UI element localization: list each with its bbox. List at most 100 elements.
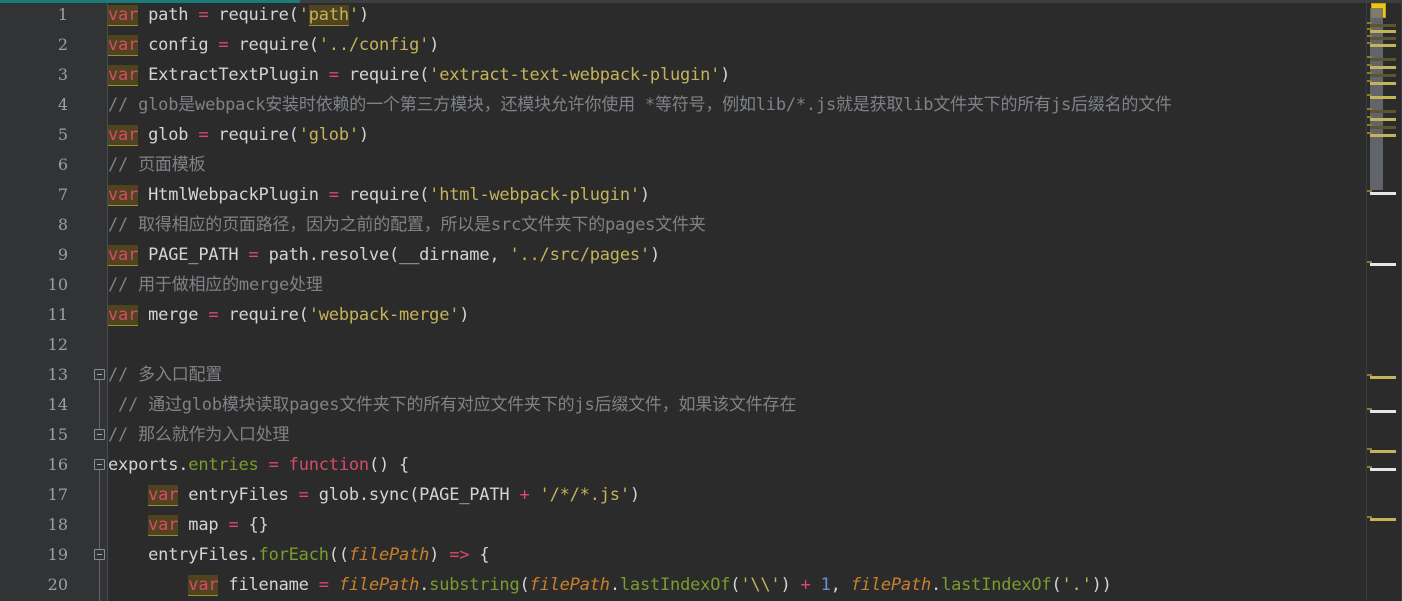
- code-line[interactable]: var config = require('../config'): [108, 30, 1366, 60]
- code-line[interactable]: var filename = filePath.substring(filePa…: [108, 570, 1366, 600]
- code-token: substring: [429, 575, 520, 595]
- code-token: (: [519, 575, 530, 595]
- code-token: +: [519, 485, 530, 505]
- code-token: var: [148, 515, 179, 536]
- code-token: lastIndexOf: [619, 575, 731, 595]
- scrollbar-marker: [1370, 82, 1396, 85]
- code-token: var: [108, 245, 139, 266]
- code-token: filePath: [348, 545, 430, 565]
- scrollbar-marker: [1370, 126, 1396, 129]
- code-token: exports.: [108, 455, 189, 475]
- code-line[interactable]: var HtmlWebpackPlugin = require('html-we…: [108, 180, 1366, 210]
- code-line[interactable]: var glob = require('glob'): [108, 120, 1366, 150]
- code-line[interactable]: // 取得相应的页面路径，因为之前的配置，所以是src文件夹下的pages文件夹: [108, 210, 1366, 240]
- code-token: var: [188, 575, 219, 596]
- code-token: map: [178, 515, 229, 535]
- line-number: 17: [47, 485, 68, 504]
- vertical-scrollbar-area[interactable]: [1366, 0, 1402, 601]
- code-token: path: [138, 5, 199, 25]
- fold-collapse-icon[interactable]: [94, 549, 105, 560]
- code-token: var: [108, 35, 139, 56]
- code-token: =: [198, 5, 209, 25]
- scrollbar-marker-tick: [1367, 448, 1372, 450]
- tab-bar-underline: [0, 0, 300, 3]
- line-number: 20: [47, 575, 68, 594]
- scrollbar-marker: [1370, 118, 1396, 121]
- line-number: 8: [57, 215, 68, 234]
- scrollbar-marker-tick: [1367, 94, 1372, 96]
- scrollbar-marker-tick: [1367, 408, 1372, 410]
- code-line[interactable]: exports.entries = function() {: [108, 450, 1366, 480]
- code-token: ): [649, 245, 660, 265]
- line-number: 11: [47, 305, 68, 324]
- fold-collapse-icon[interactable]: [94, 459, 105, 470]
- code-token: glob.sync(PAGE_PATH: [308, 485, 520, 505]
- code-line[interactable]: var map = {}: [108, 510, 1366, 540]
- code-token: var: [108, 65, 139, 86]
- code-line[interactable]: // 用于做相应的merge处理: [108, 270, 1366, 300]
- code-token: config: [138, 35, 219, 55]
- code-token: // 用于做相应的merge处理: [108, 275, 323, 295]
- code-token: merge: [138, 305, 209, 325]
- code-line[interactable]: var entryFiles = glob.sync(PAGE_PATH + '…: [108, 480, 1366, 510]
- code-token: __dirname: [399, 245, 490, 265]
- fold-marker-list[interactable]: [92, 0, 108, 601]
- code-token: ExtractTextPlugin: [138, 65, 329, 85]
- scrollbar-marker: [1370, 134, 1396, 137]
- code-token: function: [288, 455, 369, 475]
- code-token: require(: [208, 5, 299, 25]
- line-number: 15: [47, 425, 68, 444]
- fold-collapse-icon[interactable]: [94, 369, 105, 380]
- code-line[interactable]: entryFiles.forEach((filePath) => {: [108, 540, 1366, 570]
- code-token: require(: [228, 35, 319, 55]
- code-token: =: [328, 185, 339, 205]
- code-line[interactable]: // 通过glob模块读取pages文件夹下的所有对应文件夹下的js后缀文件，如…: [108, 390, 1366, 420]
- line-number: 10: [47, 275, 68, 294]
- line-number: 2: [57, 35, 68, 54]
- code-token: forEach: [258, 545, 329, 565]
- scrollbar-marker: [1370, 58, 1396, 61]
- scrollbar-marker-tick: [1367, 35, 1372, 37]
- line-number: 3: [57, 65, 68, 84]
- code-token: ': [298, 5, 309, 25]
- code-token: 'glob': [298, 125, 359, 145]
- code-token: filePath: [338, 575, 420, 595]
- scrollbar-marker-tick: [1367, 466, 1372, 468]
- code-line[interactable]: // 多入口配置: [108, 360, 1366, 390]
- code-token: ): [629, 485, 640, 505]
- code-line[interactable]: var merge = require('webpack-merge'): [108, 300, 1366, 330]
- code-line[interactable]: var PAGE_PATH = path.resolve(__dirname, …: [108, 240, 1366, 270]
- code-line[interactable]: [108, 330, 1366, 360]
- scrollbar-marker: [1370, 37, 1396, 40]
- code-content[interactable]: var path = require('path') var config = r…: [108, 0, 1366, 601]
- code-token: ,: [489, 245, 510, 265]
- code-line[interactable]: // 页面模板: [108, 150, 1366, 180]
- scrollbar-marker-tick: [1367, 374, 1372, 376]
- code-line[interactable]: // 那么就作为入口处理: [108, 420, 1366, 450]
- code-line[interactable]: var path = require('path'): [108, 0, 1366, 30]
- code-line[interactable]: var ExtractTextPlugin = require('extract…: [108, 60, 1366, 90]
- fold-region-line: [99, 470, 100, 549]
- fold-region-line: [99, 560, 100, 601]
- code-token: +: [800, 575, 811, 595]
- code-token: ((: [328, 545, 349, 565]
- scrollbar-marker: [1370, 410, 1396, 413]
- scrollbar-marker-tick: [1367, 116, 1372, 118]
- code-token: // 多入口配置: [108, 365, 223, 385]
- code-editor[interactable]: 1 2 3 4 5 6 7 8 9 10 11 12 13 14 15 16 17 18 19 20 var path…: [0, 0, 1402, 601]
- code-token: .: [609, 575, 620, 595]
- code-token: glob: [138, 125, 199, 145]
- scrollbar-marker: [1370, 74, 1396, 77]
- code-token: filePath: [850, 575, 932, 595]
- code-line[interactable]: // glob是webpack安装时依赖的一个第三方模块，还模块允许你使用 *等…: [108, 90, 1366, 120]
- code-token: .: [931, 575, 942, 595]
- fold-collapse-icon[interactable]: [94, 429, 105, 440]
- code-token: {: [469, 545, 490, 565]
- scrollbar-marker-tick: [1367, 124, 1372, 126]
- code-token: '../config': [318, 35, 430, 55]
